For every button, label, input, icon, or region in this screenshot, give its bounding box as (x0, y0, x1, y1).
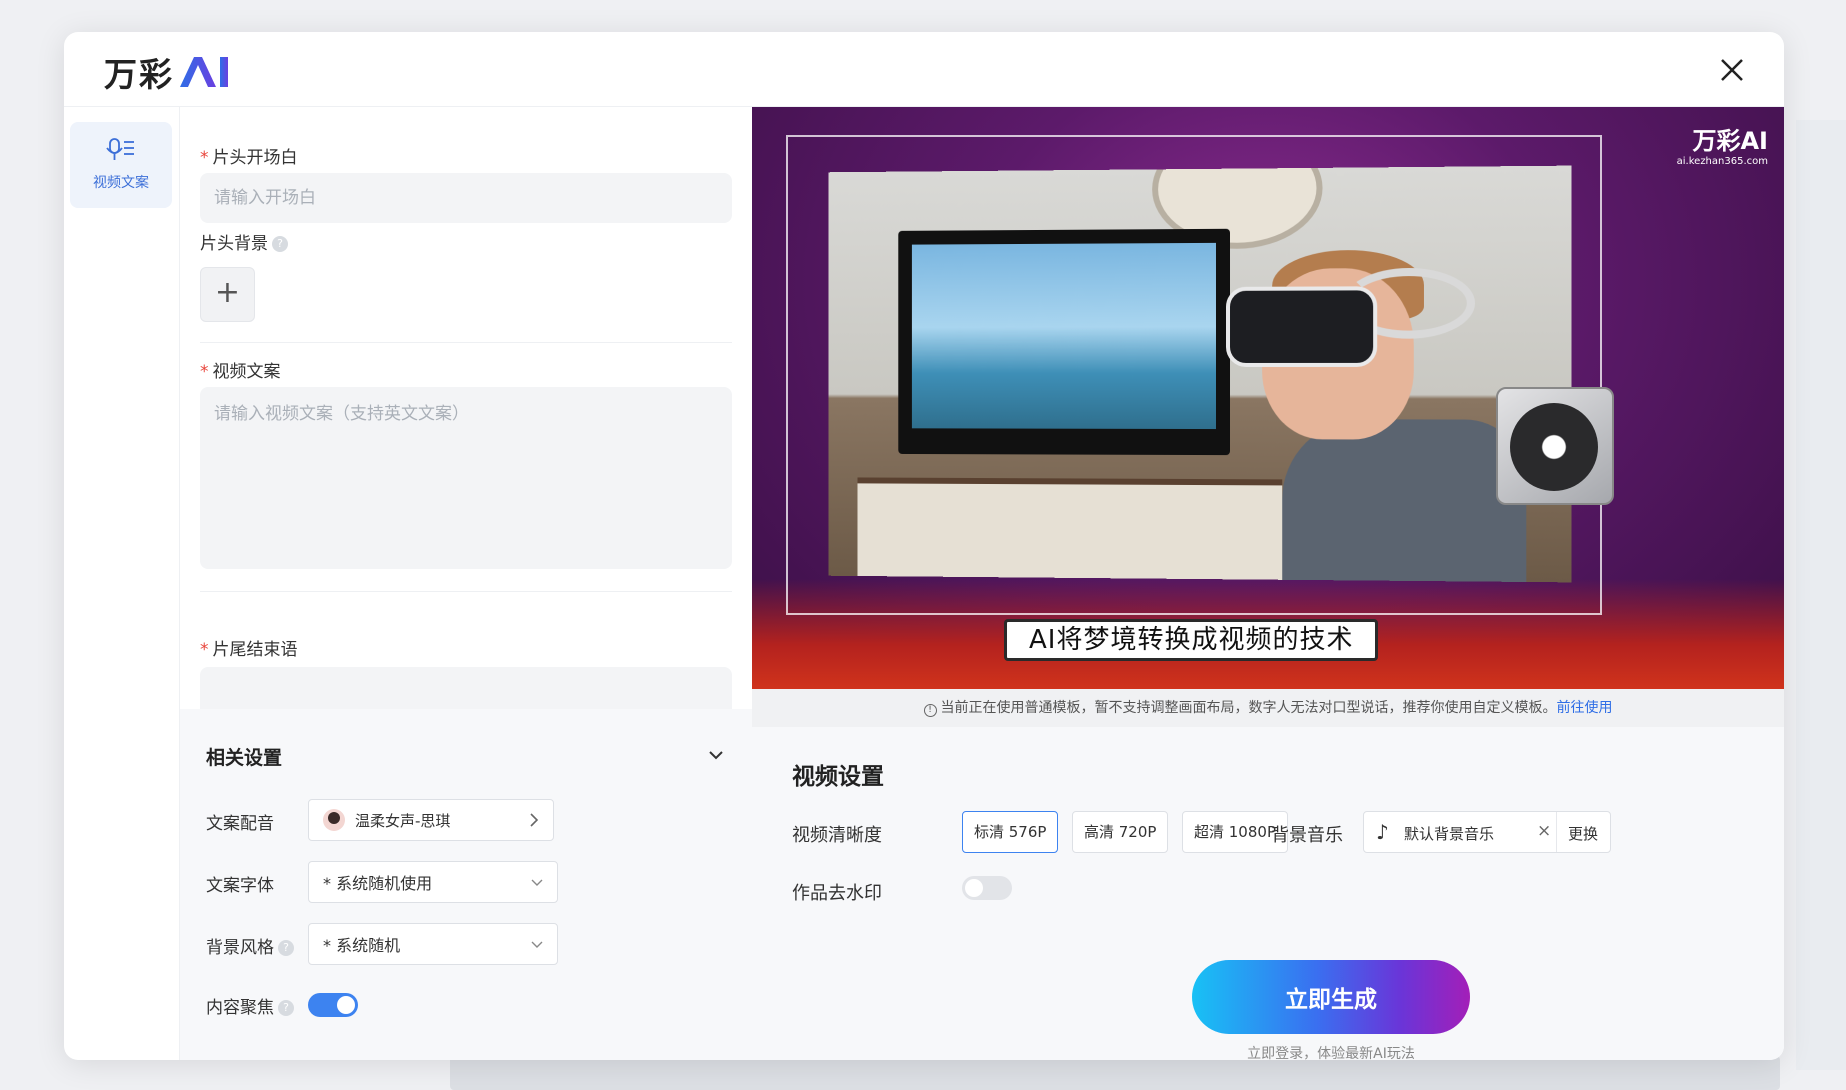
resolution-label: 视频清晰度 (792, 825, 882, 846)
tv-screen (911, 242, 1216, 430)
resolution-576p-button[interactable]: 标清 576P (962, 811, 1059, 853)
script-label-text: 视频文案 (212, 362, 281, 382)
notice-text: 当前正在使用普通模板，暂不支持调整画面布局，数字人无法对口型说话，推荐你使用自定… (940, 700, 1557, 716)
turntable-decoration (1496, 387, 1614, 505)
music-note-icon: ♪ (1376, 820, 1389, 844)
opening-input[interactable] (200, 173, 732, 223)
logo-text: 万彩 (104, 55, 174, 94)
preview-logo-main: 万彩AI (1692, 127, 1768, 155)
focus-label: 内容聚焦? (206, 993, 294, 1018)
tv-cabinet (857, 477, 1283, 580)
music-select[interactable]: ♪ 默认背景音乐 × 更换 (1363, 811, 1611, 853)
script-textarea[interactable] (200, 387, 732, 569)
divider (200, 342, 732, 343)
template-notice: ! 当前正在使用普通模板，暂不支持调整画面布局，数字人无法对口型说话，推荐你使用自… (752, 689, 1784, 727)
ending-input[interactable] (200, 667, 732, 709)
opening-label: * 片头开场白 (200, 143, 298, 168)
divider (200, 591, 732, 592)
preview-caption: AI将梦境转换成视频的技术 (1004, 619, 1379, 661)
script-label: * 视频文案 (200, 357, 281, 382)
close-icon[interactable] (1716, 54, 1748, 86)
chevron-down-icon (531, 879, 543, 886)
login-tip[interactable]: 立即登录，体验最新AI玩法 (1192, 1043, 1470, 1060)
ending-label: * 片尾结束语 (200, 635, 298, 660)
video-generator-modal: 万彩 视频文案 * 片头开场白 请输入开场白 片头背景 ? + * 视频文案 请… (64, 32, 1784, 1060)
child-body (1282, 419, 1527, 583)
preview-watermark-logo: 万彩AI ai.kezhan365.com (1677, 121, 1768, 167)
video-settings-panel: 视频设置 视频清晰度 标清 576P 高清 720P 超清 1080P 背景音乐… (752, 727, 1784, 1060)
chevron-down-icon (531, 941, 543, 948)
required-mark: * (200, 362, 209, 382)
voice-label: 文案配音 (206, 814, 274, 834)
chevron-down-icon[interactable] (706, 745, 726, 765)
font-select[interactable]: * 系统随机使用 (308, 861, 558, 903)
font-value: * 系统随机使用 (323, 874, 433, 893)
background-page-edge (1796, 120, 1846, 1070)
app-logo: 万彩 (104, 48, 232, 96)
vr-headset (1226, 286, 1378, 367)
generate-button[interactable]: 立即生成 (1192, 960, 1470, 1034)
bg-style-value: * 系统随机 (323, 936, 401, 955)
watermark-label: 作品去水印 (792, 883, 882, 904)
television (898, 228, 1231, 456)
mic-script-icon (106, 138, 134, 160)
avatar (323, 809, 345, 831)
opening-bg-label: 片头背景? (200, 229, 288, 254)
opening-label-text: 片头开场白 (212, 148, 298, 168)
required-mark: * (200, 640, 209, 660)
music-label: 背景音乐 (1271, 825, 1343, 846)
resolution-720p-button[interactable]: 高清 720P (1072, 811, 1169, 853)
ending-label-text: 片尾结束语 (212, 640, 298, 660)
help-icon[interactable]: ? (278, 1000, 294, 1016)
focus-label-text: 内容聚焦 (206, 998, 274, 1018)
change-music-button[interactable]: 更换 (1568, 823, 1598, 844)
font-label: 文案字体 (206, 876, 274, 896)
chevron-right-icon (530, 813, 539, 827)
bg-style-select[interactable]: * 系统随机 (308, 923, 558, 965)
nav-item-video-script[interactable]: 视频文案 (70, 122, 172, 208)
remove-watermark-toggle[interactable] (962, 876, 1012, 900)
preview-photo (828, 165, 1572, 583)
modal-header: 万彩 (64, 32, 1784, 107)
left-nav: 视频文案 (64, 107, 180, 1060)
logo-ai-mark (180, 57, 228, 87)
settings-title: 相关设置 (206, 747, 283, 769)
preview-logo-sub: ai.kezhan365.com (1676, 156, 1768, 167)
record-disc (1510, 403, 1598, 491)
bg-style-label: 背景风格? (206, 933, 294, 958)
nav-item-label: 视频文案 (93, 175, 149, 191)
voice-select[interactable]: 温柔女声-思琪 (308, 799, 554, 841)
opening-bg-label-text: 片头背景 (200, 234, 268, 254)
required-mark: * (200, 148, 209, 168)
bg-style-label-text: 背景风格 (206, 938, 274, 958)
help-icon[interactable]: ? (278, 940, 294, 956)
help-icon[interactable]: ? (272, 236, 288, 252)
add-opening-bg-button[interactable]: + (200, 267, 255, 322)
music-value: 默认背景音乐 (1404, 825, 1495, 843)
clear-music-icon[interactable]: × (1537, 821, 1551, 841)
script-form: *片头开场白 片头背景? + *视频文案 *片尾结束语 (180, 107, 752, 709)
info-icon: ! (923, 704, 937, 717)
video-settings-title: 视频设置 (792, 764, 884, 790)
voice-value: 温柔女声-思琪 (355, 811, 451, 830)
background-thumbnail-strip (450, 1056, 1780, 1090)
video-preview: 万彩AI ai.kezhan365.com AI将梦境转换成视频的技术 (752, 107, 1784, 689)
content-focus-toggle[interactable] (308, 993, 358, 1017)
related-settings-panel: 相关设置 文案配音 温柔女声-思琪 文案字体 * 系统随机使用 背景风格? * … (180, 709, 752, 1060)
go-use-link[interactable]: 前往使用 (1557, 700, 1613, 716)
divider (1556, 812, 1557, 852)
